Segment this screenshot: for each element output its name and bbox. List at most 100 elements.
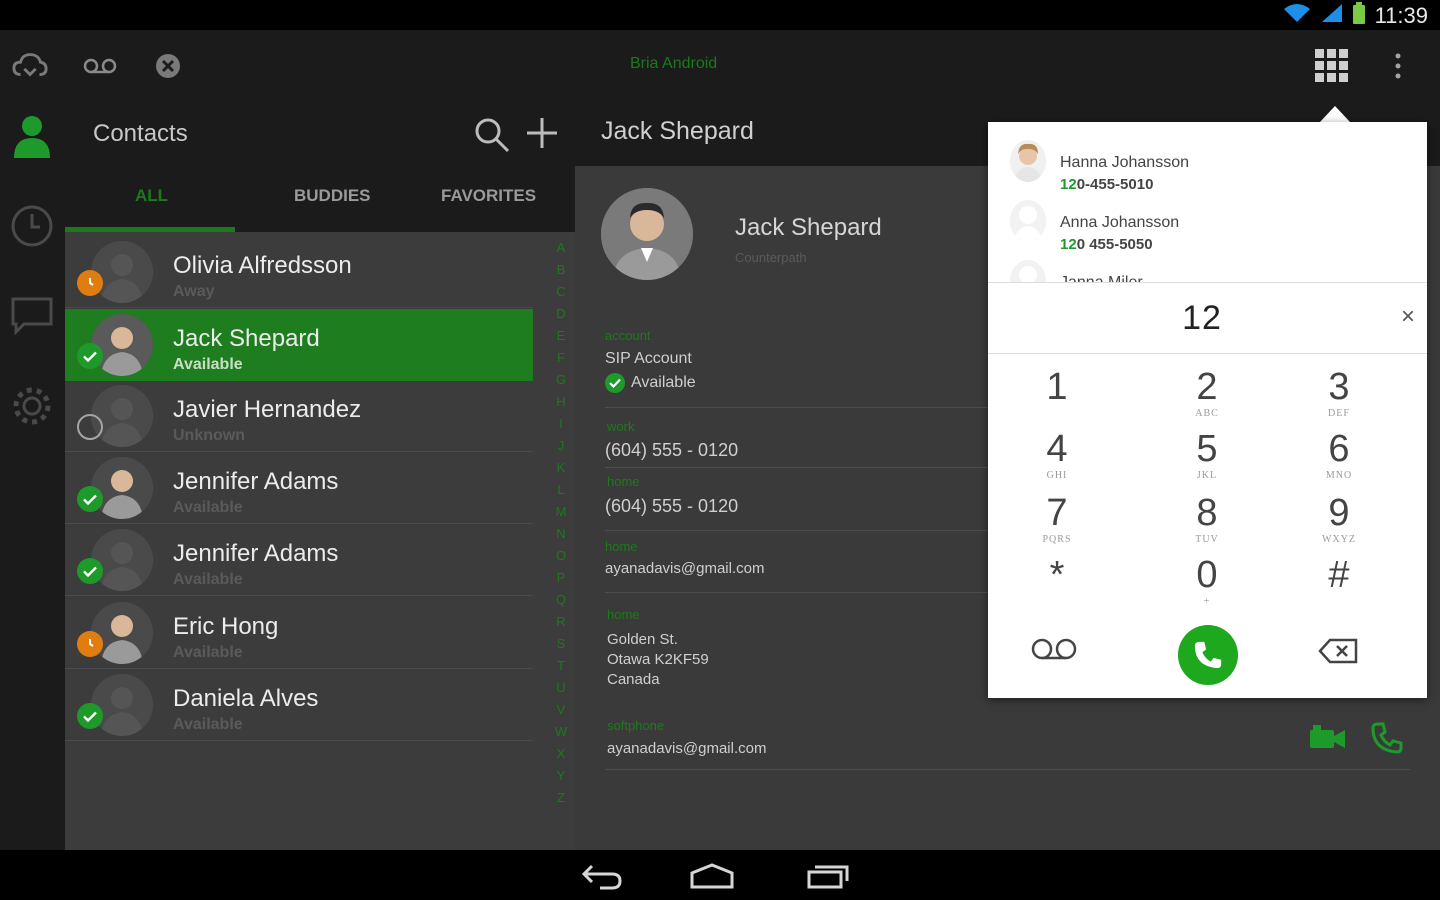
voicemail-key-icon[interactable]	[1030, 636, 1078, 667]
contact-row[interactable]: Jennifer Adams Available	[65, 524, 533, 596]
home-email[interactable]: ayanadavis@gmail.com	[605, 560, 764, 577]
dial-key-digit: 1	[1046, 366, 1068, 408]
dial-key[interactable]: 9 WXYZ	[1279, 492, 1399, 552]
alphabet-letter[interactable]: K	[551, 460, 571, 482]
clear-number-icon[interactable]: ×	[1401, 303, 1415, 331]
divider	[605, 769, 1410, 770]
app-title: Bria Android	[630, 55, 718, 72]
alphabet-letter[interactable]: X	[551, 746, 571, 768]
dialpad-grid-icon[interactable]	[1314, 48, 1350, 84]
presence-icon	[77, 631, 103, 657]
contact-row[interactable]: Jennifer Adams Available	[65, 452, 533, 524]
alphabet-letter[interactable]: M	[551, 504, 571, 526]
suggestion-item[interactable]: Hanna Johansson 120-455-5010	[988, 132, 1427, 193]
alphabet-letter[interactable]: A	[551, 240, 571, 262]
call-button[interactable]	[1178, 625, 1238, 685]
alphabet-letter[interactable]: Y	[551, 768, 571, 790]
settings-nav-icon[interactable]	[8, 382, 56, 430]
contact-status: Available	[173, 571, 243, 588]
contact-row[interactable]: Olivia Alfredsson Away	[65, 236, 533, 308]
work-phone[interactable]: (604) 555 - 0120	[605, 440, 738, 461]
dial-key[interactable]: 3 DEF	[1279, 366, 1399, 426]
dialer-arrow	[1320, 106, 1350, 122]
softphone-address[interactable]: ayanadavis@gmail.com	[607, 740, 766, 757]
alphabet-letter[interactable]: G	[551, 372, 571, 394]
contact-row[interactable]: Daniela Alves Available	[65, 669, 533, 741]
system-nav-bar	[0, 850, 1440, 900]
tab-buddies[interactable]: BUDDIES	[294, 186, 371, 206]
contact-name: Jack Shepard	[173, 325, 320, 352]
phone-icon	[1194, 641, 1222, 669]
dial-key[interactable]: 7 PQRS	[997, 492, 1117, 552]
presence-icon	[77, 343, 103, 369]
alphabet-letter[interactable]: R	[551, 614, 571, 636]
search-icon[interactable]	[473, 116, 511, 159]
alphabet-letter[interactable]: F	[551, 350, 571, 372]
alphabet-letter[interactable]: O	[551, 548, 571, 570]
alphabet-letter[interactable]: H	[551, 394, 571, 416]
suggestion-item[interactable]: Janna Miler	[988, 252, 1427, 282]
alphabet-letter[interactable]: P	[551, 570, 571, 592]
contact-row[interactable]: Javier Hernandez Unknown	[65, 380, 533, 452]
alphabet-letter[interactable]: B	[551, 262, 571, 284]
dial-key[interactable]: *	[997, 554, 1117, 614]
home-icon[interactable]	[686, 860, 738, 892]
presence-icon	[77, 414, 103, 440]
alphabet-letter[interactable]: T	[551, 658, 571, 680]
address-line-1: Golden St.	[607, 631, 678, 648]
cloud-sync-icon[interactable]	[12, 48, 48, 84]
backspace-icon[interactable]	[1318, 638, 1358, 669]
dial-key[interactable]: 1	[997, 366, 1117, 426]
alphabet-letter[interactable]: U	[551, 680, 571, 702]
history-nav-icon[interactable]	[8, 202, 56, 250]
suggestion-name: Anna Johansson	[1060, 214, 1180, 231]
avatar	[91, 241, 153, 303]
dial-key-digit: 6	[1328, 428, 1350, 470]
dial-key[interactable]: 2 ABC	[1147, 366, 1267, 426]
close-circle-icon[interactable]	[150, 48, 186, 84]
alphabet-letter[interactable]: V	[551, 702, 571, 724]
alphabet-letter[interactable]: S	[551, 636, 571, 658]
alphabet-letter[interactable]: Z	[551, 790, 571, 812]
video-call-icon[interactable]	[1309, 724, 1347, 757]
dial-key[interactable]: 8 TUV	[1147, 492, 1267, 552]
tab-all[interactable]: ALL	[135, 186, 168, 206]
suggestion-item[interactable]: Anna Johansson 120 455-5050	[988, 192, 1427, 253]
suggestion-name: Janna Miler	[1060, 274, 1143, 282]
tab-favorites[interactable]: FAVORITES	[441, 186, 536, 206]
avatar	[91, 674, 153, 736]
alphabet-letter[interactable]: W	[551, 724, 571, 746]
contact-row[interactable]: Jack Shepard Available	[65, 309, 533, 381]
dial-key[interactable]: #	[1279, 554, 1399, 614]
alphabet-letter[interactable]: C	[551, 284, 571, 306]
voicemail-icon[interactable]	[82, 48, 118, 84]
contact-row[interactable]: Eric Hong Available	[65, 597, 533, 669]
recent-apps-icon[interactable]	[802, 860, 854, 892]
contact-name: Daniela Alves	[173, 685, 319, 712]
dial-key[interactable]: 6 MNO	[1279, 428, 1399, 488]
clock-text: 11:39	[1374, 2, 1428, 28]
dial-key-letters: PQRS	[1042, 534, 1072, 545]
softphone-label: softphone	[607, 718, 665, 733]
audio-call-icon[interactable]	[1371, 722, 1403, 759]
alphabet-letter[interactable]: N	[551, 526, 571, 548]
dialed-number[interactable]: 12	[988, 299, 1416, 338]
messages-nav-icon[interactable]	[8, 292, 56, 340]
alphabet-letter[interactable]: J	[551, 438, 571, 460]
contact-status: Available	[173, 644, 243, 661]
alphabet-letter[interactable]: I	[551, 416, 571, 438]
contacts-nav-icon[interactable]	[8, 112, 56, 160]
back-icon[interactable]	[576, 860, 628, 892]
overflow-menu-icon[interactable]	[1380, 48, 1416, 84]
alphabet-letter[interactable]: L	[551, 482, 571, 504]
alphabet-index[interactable]: ABCDEFGHIJKLMNOPQRSTUVWXYZ	[551, 240, 571, 812]
dial-key[interactable]: 5 JKL	[1147, 428, 1267, 488]
dial-key[interactable]: 4 GHI	[997, 428, 1117, 488]
home-phone[interactable]: (604) 555 - 0120	[605, 496, 738, 517]
alphabet-letter[interactable]: E	[551, 328, 571, 350]
dial-key-digit: #	[1328, 554, 1350, 596]
alphabet-letter[interactable]: D	[551, 306, 571, 328]
dial-key[interactable]: 0 +	[1147, 554, 1267, 614]
alphabet-letter[interactable]: Q	[551, 592, 571, 614]
add-contact-icon[interactable]	[525, 116, 559, 155]
